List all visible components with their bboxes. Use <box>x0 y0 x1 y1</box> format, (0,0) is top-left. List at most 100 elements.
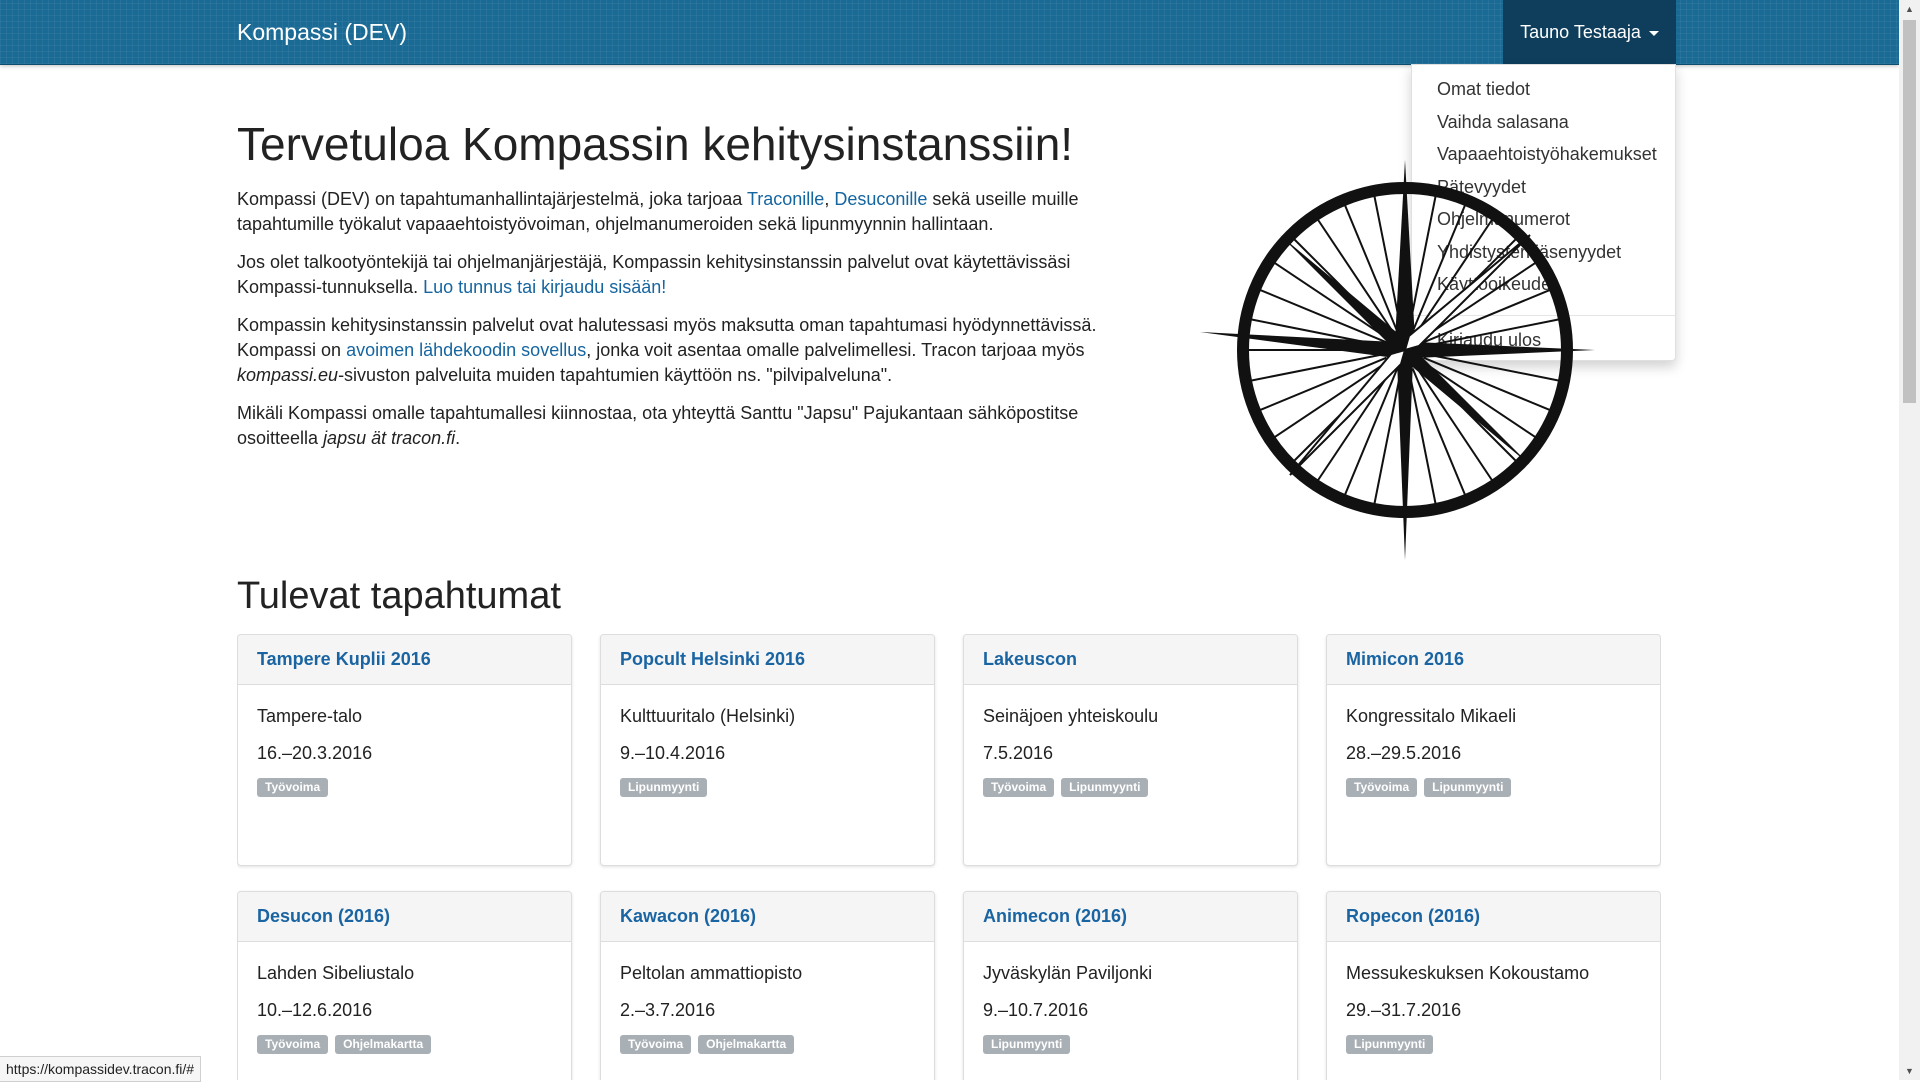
event-dates: 7.5.2016 <box>983 743 1054 763</box>
event-tag: Työvoima <box>1346 778 1418 797</box>
event-card-header: Mimicon 2016 <box>1327 635 1660 685</box>
event-card: Popcult Helsinki 2016 Kulttuuritalo (Hels… <box>600 634 935 866</box>
event-tags: Lipunmyynti <box>983 1035 1278 1054</box>
event-title-link[interactable]: Popcult Helsinki 2016 <box>620 649 805 670</box>
event-venue: Lahden Sibeliustalo <box>257 963 415 983</box>
user-menu-toggle[interactable]: Tauno Testaaja <box>1503 0 1676 64</box>
event-tags: Työvoima <box>257 778 552 797</box>
event-card-header: Desucon (2016) <box>238 892 571 942</box>
event-venue: Peltolan ammattiopisto <box>620 963 803 983</box>
intro-text: Kompassi (DEV) on tapahtumanhallintajärj… <box>237 187 1157 464</box>
event-tag: Ohjelmakartta <box>335 1035 432 1054</box>
contact-email: japsu ät tracon.fi <box>323 428 456 448</box>
brand-link[interactable]: Kompassi (DEV) <box>237 0 407 64</box>
desucon-link[interactable]: Desuconille <box>834 189 927 209</box>
event-venue: Tampere-talo <box>257 706 363 726</box>
intro-p1-text-a: Kompassi (DEV) on tapahtumanhallintajärj… <box>237 189 747 209</box>
intro-p1-separator: , <box>824 189 835 209</box>
scroll-down-icon[interactable]: ▼ <box>1899 1062 1920 1080</box>
event-card-body: Jyväskylän Paviljonki 9.–10.7.2016 Lipunmy… <box>964 942 1297 1054</box>
event-card-header: Ropecon (2016) <box>1327 892 1660 942</box>
event-card-header: Lakeuscon <box>964 635 1297 685</box>
event-card-body: Peltolan ammattiopisto 2.–3.7.2016 Työvoim… <box>601 942 934 1054</box>
event-title-link[interactable]: Lakeuscon <box>983 649 1077 670</box>
event-dates: 9.–10.7.2016 <box>983 1000 1089 1020</box>
login-link[interactable]: Luo tunnus tai kirjaudu sisään! <box>423 277 666 297</box>
intro-p4-text-b: . <box>455 428 461 448</box>
event-card: Mimicon 2016 Kongressitalo Mikaeli 28.–29.… <box>1326 634 1661 866</box>
event-card-header: Tampere Kuplii 2016 <box>238 635 571 685</box>
event-title-link[interactable]: Animecon (2016) <box>983 906 1127 927</box>
menu-item-omat-tiedot[interactable]: Omat tiedot <box>1412 73 1675 106</box>
menu-item-vaihda-salasana[interactable]: Vaihda salasana <box>1412 106 1675 139</box>
event-title-link[interactable]: Kawacon (2016) <box>620 906 756 927</box>
event-title-link[interactable]: Mimicon 2016 <box>1346 649 1464 670</box>
event-card-header: Popcult Helsinki 2016 <box>601 635 934 685</box>
open-source-link[interactable]: avoimen lähdekoodin sovellus <box>346 340 586 360</box>
tracon-link[interactable]: Traconille <box>747 189 824 209</box>
caret-down-icon <box>1648 30 1659 36</box>
event-card-body: Kongressitalo Mikaeli 28.–29.5.2016 Työvoi… <box>1327 685 1660 797</box>
event-tags: Lipunmyynti <box>620 778 915 797</box>
intro-p3-site-name: kompassi.eu <box>237 365 339 385</box>
user-name: Tauno Testaaja <box>1520 21 1641 42</box>
event-title-link[interactable]: Tampere Kuplii 2016 <box>257 649 431 670</box>
event-card: Animecon (2016) Jyväskylän Paviljonki 9.–1… <box>963 891 1298 1080</box>
event-card-header: Animecon (2016) <box>964 892 1297 942</box>
events-section-title: Tulevat tapahtumat <box>237 575 561 617</box>
event-dates: 16.–20.3.2016 <box>257 743 373 763</box>
event-card: Ropecon (2016) Messukeskuksen Kokoustamo 2… <box>1326 891 1661 1080</box>
page-title: Tervetuloa Kompassin kehitysinstanssiin! <box>237 118 1074 170</box>
scroll-up-icon[interactable]: ▲ <box>1899 0 1920 18</box>
event-dates: 10.–12.6.2016 <box>257 1000 373 1020</box>
event-venue: Jyväskylän Paviljonki <box>983 963 1153 983</box>
event-tag: Lipunmyynti <box>620 778 708 797</box>
event-card-body: Tampere-talo 16.–20.3.2016 Työvoima <box>238 685 571 797</box>
event-card-body: Seinäjoen yhteiskoulu 7.5.2016 Työvoima Lip… <box>964 685 1297 797</box>
event-tags: Lipunmyynti <box>1346 1035 1641 1054</box>
compass-rose-icon <box>1200 160 1595 560</box>
intro-paragraph-4: Mikäli Kompassi omalle tapahtumallesi ki… <box>237 401 1157 451</box>
event-tag: Lipunmyynti <box>1424 778 1512 797</box>
event-dates: 29.–31.7.2016 <box>1346 1000 1462 1020</box>
event-tag: Työvoima <box>983 778 1055 797</box>
event-tags: Työvoima Lipunmyynti <box>983 778 1278 797</box>
event-card-header: Kawacon (2016) <box>601 892 934 942</box>
event-dates: 2.–3.7.2016 <box>620 1000 716 1020</box>
event-card: Tampere Kuplii 2016 Tampere-talo 16.–20.3.… <box>237 634 572 866</box>
event-tag: Työvoima <box>257 778 329 797</box>
event-tag: Lipunmyynti <box>1346 1035 1434 1054</box>
intro-paragraph-1: Kompassi (DEV) on tapahtumanhallintajärj… <box>237 187 1157 237</box>
event-tags: Työvoima Lipunmyynti <box>1346 778 1641 797</box>
event-venue: Kulttuuritalo (Helsinki) <box>620 706 796 726</box>
event-venue: Messukeskuksen Kokoustamo <box>1346 963 1590 983</box>
intro-p3-text-b: , jonka voit asentaa omalle palvelimelle… <box>586 340 1085 360</box>
event-tag: Työvoima <box>620 1035 692 1054</box>
event-card-body: Lahden Sibeliustalo 10.–12.6.2016 Työvoima… <box>238 942 571 1054</box>
scrollbar-thumb[interactable] <box>1903 20 1916 403</box>
event-card-body: Kulttuuritalo (Helsinki) 9.–10.4.2016 Lipu… <box>601 685 934 797</box>
top-navbar: Kompassi (DEV) Tauno Testaaja <box>0 0 1899 65</box>
event-tag: Lipunmyynti <box>983 1035 1071 1054</box>
event-card: Lakeuscon Seinäjoen yhteiskoulu 7.5.2016 Ty… <box>963 634 1298 866</box>
event-grid: Tampere Kuplii 2016 Tampere-talo 16.–20.3.… <box>237 634 1661 1080</box>
event-card: Kawacon (2016) Peltolan ammattiopisto 2.–3… <box>600 891 935 1080</box>
event-dates: 9.–10.4.2016 <box>620 743 726 763</box>
status-url-bar: https://kompassidev.tracon.fi/# <box>0 1056 202 1082</box>
event-venue: Kongressitalo Mikaeli <box>1346 706 1517 726</box>
event-dates: 28.–29.5.2016 <box>1346 743 1462 763</box>
event-title-link[interactable]: Ropecon (2016) <box>1346 906 1480 927</box>
event-card-body: Messukeskuksen Kokoustamo 29.–31.7.2016 Li… <box>1327 942 1660 1054</box>
event-tag: Lipunmyynti <box>1061 778 1149 797</box>
event-venue: Seinäjoen yhteiskoulu <box>983 706 1159 726</box>
event-title-link[interactable]: Desucon (2016) <box>257 906 390 927</box>
event-tag: Työvoima <box>257 1035 329 1054</box>
event-tag: Ohjelmakartta <box>698 1035 795 1054</box>
event-tags: Työvoima Ohjelmakartta <box>620 1035 915 1054</box>
event-tags: Työvoima Ohjelmakartta <box>257 1035 552 1054</box>
intro-paragraph-3: Kompassin kehitysinstanssin palvelut ova… <box>237 313 1157 388</box>
intro-paragraph-2: Jos olet talkootyöntekijä tai ohjelmanjä… <box>237 250 1157 300</box>
intro-p3-text-c: -sivuston palveluita muiden tapahtumien … <box>338 365 893 385</box>
page-scrollbar[interactable]: ▲ ▼ <box>1899 0 1920 1080</box>
event-card: Desucon (2016) Lahden Sibeliustalo 10.–12.… <box>237 891 572 1080</box>
